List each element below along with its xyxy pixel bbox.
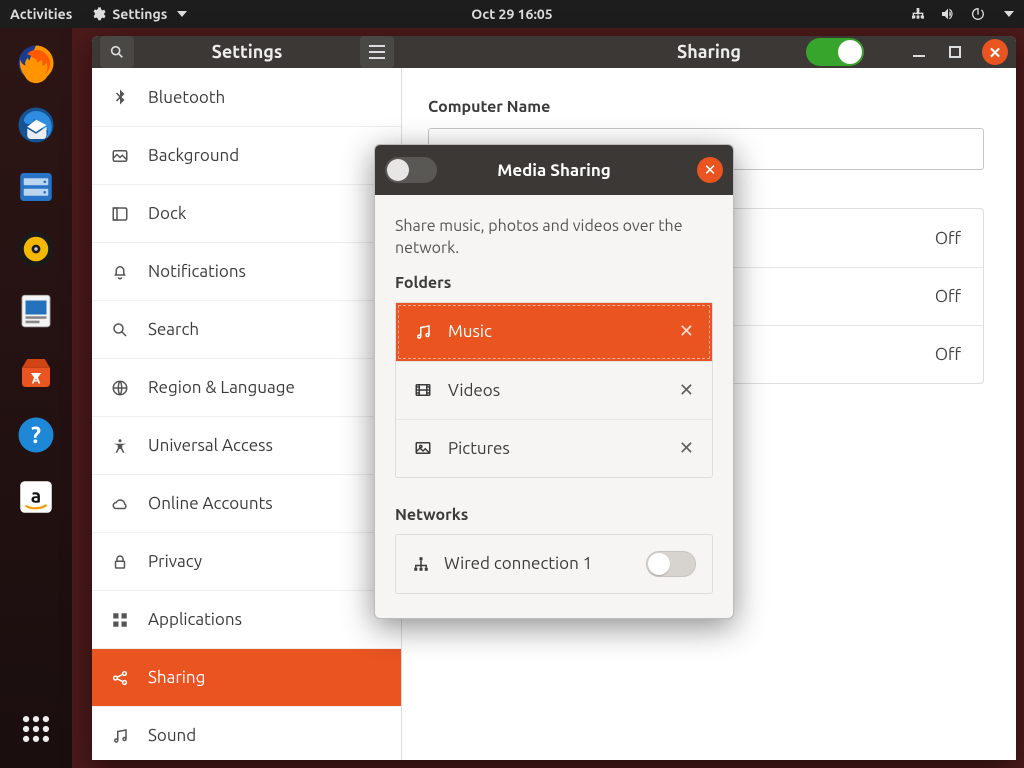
sidebar-item-search[interactable]: Search bbox=[92, 300, 401, 358]
dialog-header: Media Sharing ✕ bbox=[375, 145, 733, 195]
volume-icon[interactable] bbox=[940, 6, 956, 22]
hamburger-button[interactable] bbox=[360, 36, 394, 68]
apps-icon bbox=[110, 610, 130, 630]
dropdown-indicator-icon bbox=[177, 11, 187, 17]
wired-network-icon bbox=[412, 555, 430, 573]
dock-libreoffice[interactable] bbox=[9, 284, 63, 338]
accessibility-icon bbox=[110, 436, 130, 456]
bell-icon bbox=[110, 262, 130, 282]
gear-icon bbox=[90, 6, 106, 22]
svg-text:A: A bbox=[32, 374, 41, 387]
sidebar-item-online-accounts[interactable]: Online Accounts bbox=[92, 474, 401, 532]
dock-thunderbird[interactable] bbox=[9, 98, 63, 152]
dock-software[interactable]: A bbox=[9, 346, 63, 400]
dock-show-apps[interactable] bbox=[9, 702, 63, 756]
network-row: Wired connection 1 bbox=[396, 535, 712, 593]
activities-button[interactable]: Activities bbox=[10, 6, 72, 22]
networks-label: Networks bbox=[395, 506, 713, 524]
window-close[interactable]: ✕ bbox=[982, 39, 1008, 65]
folders-list: Music ✕ Videos ✕ Pictures ✕ bbox=[395, 302, 713, 478]
clock[interactable]: Oct 29 16:05 bbox=[471, 6, 552, 22]
media-sharing-toggle[interactable] bbox=[385, 157, 437, 183]
dock-icon bbox=[110, 204, 130, 224]
remove-folder-icon[interactable]: ✕ bbox=[679, 438, 694, 459]
folder-row-videos[interactable]: Videos ✕ bbox=[396, 361, 712, 419]
dock-help[interactable]: ? bbox=[9, 408, 63, 462]
remove-folder-icon[interactable]: ✕ bbox=[679, 380, 694, 401]
dialog-description: Share music, photos and videos over the … bbox=[395, 215, 713, 260]
globe-icon bbox=[110, 378, 130, 398]
sidebar-item-privacy[interactable]: Privacy bbox=[92, 532, 401, 590]
pictures-icon bbox=[414, 439, 432, 457]
video-icon bbox=[414, 381, 432, 399]
search-button[interactable] bbox=[100, 36, 134, 68]
folder-row-pictures[interactable]: Pictures ✕ bbox=[396, 419, 712, 477]
sidebar-item-notifications[interactable]: Notifications bbox=[92, 242, 401, 300]
sidebar-item-sound[interactable]: Sound bbox=[92, 706, 401, 760]
sidebar-item-region[interactable]: Region & Language bbox=[92, 358, 401, 416]
top-bar: Activities Settings Oct 29 16:05 bbox=[0, 0, 1024, 28]
music-icon bbox=[414, 323, 432, 341]
power-icon[interactable] bbox=[970, 6, 986, 22]
window-title-right: Sharing bbox=[677, 42, 741, 62]
network-toggle[interactable] bbox=[646, 551, 696, 577]
sidebar-item-bluetooth[interactable]: Bluetooth bbox=[92, 68, 401, 126]
folder-row-music[interactable]: Music ✕ bbox=[396, 303, 712, 361]
share-icon bbox=[110, 668, 130, 688]
sidebar-item-sharing[interactable]: Sharing bbox=[92, 648, 401, 706]
media-sharing-dialog: Media Sharing ✕ Share music, photos and … bbox=[374, 144, 734, 619]
app-menu[interactable]: Settings bbox=[90, 6, 187, 22]
svg-text:?: ? bbox=[31, 423, 41, 448]
network-icon[interactable] bbox=[910, 6, 926, 22]
computer-name-label: Computer Name bbox=[428, 98, 990, 116]
sidebar-item-applications[interactable]: Applications bbox=[92, 590, 401, 648]
dock-rhythmbox[interactable] bbox=[9, 222, 63, 276]
dock-amazon[interactable]: a bbox=[9, 470, 63, 524]
window-minimize[interactable] bbox=[910, 43, 928, 61]
background-icon bbox=[110, 146, 130, 166]
dock: A ? a bbox=[0, 28, 72, 768]
bluetooth-icon bbox=[110, 87, 130, 107]
svg-text:a: a bbox=[31, 484, 41, 506]
sidebar-item-background[interactable]: Background bbox=[92, 126, 401, 184]
folders-label: Folders bbox=[395, 274, 713, 292]
window-header: Settings Sharing ✕ bbox=[92, 36, 1016, 68]
networks-list: Wired connection 1 bbox=[395, 534, 713, 594]
dock-files[interactable] bbox=[9, 160, 63, 214]
dialog-title: Media Sharing bbox=[497, 161, 611, 180]
sharing-master-toggle[interactable] bbox=[806, 38, 864, 66]
music-icon bbox=[110, 726, 130, 746]
window-title-left: Settings bbox=[212, 42, 283, 62]
search-icon bbox=[110, 320, 130, 340]
cloud-icon bbox=[110, 494, 130, 514]
sidebar-item-universal-access[interactable]: Universal Access bbox=[92, 416, 401, 474]
settings-sidebar: Bluetooth Background Dock Notifications … bbox=[92, 68, 402, 760]
dialog-close-button[interactable]: ✕ bbox=[697, 157, 723, 183]
lock-icon bbox=[110, 552, 130, 572]
remove-folder-icon[interactable]: ✕ bbox=[679, 321, 694, 342]
dock-firefox[interactable] bbox=[9, 36, 63, 90]
sidebar-item-dock[interactable]: Dock bbox=[92, 184, 401, 242]
window-maximize[interactable] bbox=[946, 43, 964, 61]
system-menu-dropdown-icon[interactable] bbox=[1004, 11, 1014, 17]
